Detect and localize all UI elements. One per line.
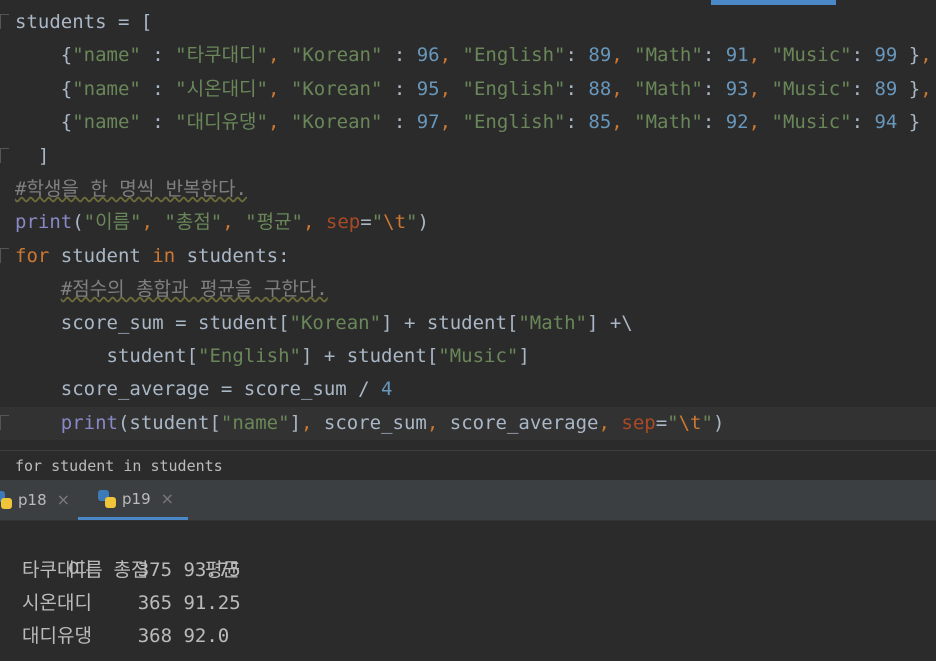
fold-icon[interactable]	[0, 147, 9, 163]
python-icon	[0, 491, 12, 509]
run-tabs: p18 × p19 ×	[0, 480, 936, 521]
row-avg: 93.75	[183, 559, 241, 581]
breadcrumb-item[interactable]: for student in students	[15, 457, 223, 475]
fold-icon[interactable]	[0, 14, 9, 29]
code-line-13[interactable]: print(student["name"], score_sum, score_…	[0, 406, 936, 441]
code-area[interactable]: students = [ {"name" : "타쿠대디", "Korean" …	[0, 6, 936, 441]
run-console[interactable]: 이름 총점 평균 타쿠대디 375 93.75 시온대디 365 91.25 대…	[0, 521, 936, 661]
code-line-6[interactable]: #학생을 한 명씩 반복한다.	[0, 173, 936, 206]
console-row: 대디유댕 368 92.0	[0, 620, 936, 653]
code-line-5[interactable]: ]	[0, 140, 936, 173]
close-icon[interactable]: ×	[161, 480, 174, 518]
line-7-text: print("이름", "총점", "평균", sep="\t")	[15, 211, 429, 234]
tab-p19[interactable]: p19 ×	[78, 480, 188, 520]
fold-icon[interactable]	[0, 247, 9, 263]
line-6-comment: #학생을 한 명씩 반복한다.	[15, 177, 247, 200]
row-sum: 368	[137, 625, 173, 647]
code-line-7[interactable]: print("이름", "총점", "평균", sep="\t")	[0, 206, 936, 239]
code-line-2[interactable]: {"name" : "타쿠대디", "Korean" : 96, "Englis…	[0, 39, 936, 72]
row-avg: 92.0	[183, 625, 230, 647]
line-2-text: {"name" : "타쿠대디", "Korean" : 96, "Englis…	[15, 44, 932, 67]
code-line-11[interactable]: student["English"] + student["Music"]	[0, 340, 936, 373]
code-line-4[interactable]: {"name" : "대디유댕", "Korean" : 97, "Englis…	[0, 106, 936, 139]
line-13-text: print(student["name"], score_sum, score_…	[60, 411, 725, 434]
line-3-text: {"name" : "시온대디", "Korean" : 95, "Englis…	[15, 77, 932, 100]
row-avg: 91.25	[183, 592, 241, 614]
code-editor[interactable]: students = [ {"name" : "타쿠대디", "Korean" …	[0, 0, 936, 450]
line-11-text: student["English"] + student["Music"]	[15, 344, 530, 367]
code-line-8[interactable]: for student in students:	[0, 240, 936, 273]
close-icon[interactable]: ×	[57, 481, 70, 519]
breadcrumb[interactable]: for student in students	[0, 450, 936, 480]
line-4-text: {"name" : "대디유댕", "Korean" : 97, "Englis…	[15, 111, 921, 134]
line-12-text: score_average = score_sum / 4	[15, 378, 393, 401]
line-10-text: score_sum = student["Korean"] + student[…	[15, 311, 633, 334]
row-name: 시온대디	[22, 592, 92, 614]
line-9-text: #점수의 총합과 평균을 구한다.	[60, 278, 328, 301]
line-1-text: students = [	[15, 11, 153, 33]
tab-p18-label: p18	[18, 491, 47, 509]
code-line-1[interactable]: students = [	[0, 6, 936, 39]
tab-p19-label: p19	[122, 489, 151, 508]
fold-icon[interactable]	[0, 414, 9, 430]
code-line-12[interactable]: score_average = score_sum / 4	[0, 373, 936, 406]
line-5-text: ]	[15, 144, 50, 167]
tab-p18[interactable]: p18 ×	[0, 480, 70, 520]
code-line-3[interactable]: {"name" : "시온대디", "Korean" : 95, "Englis…	[0, 73, 936, 106]
console-row: 타쿠대디 375 93.75	[0, 554, 936, 587]
code-line-10[interactable]: score_sum = student["Korean"] + student[…	[0, 307, 936, 340]
python-icon	[98, 489, 116, 508]
line-8-text: for student in students:	[15, 244, 290, 267]
scrollbar-thumb[interactable]	[711, 0, 836, 5]
row-sum: 375	[137, 559, 173, 581]
console-row: 시온대디 365 91.25	[0, 587, 936, 620]
row-name: 대디유댕	[22, 625, 92, 647]
console-header: 이름 총점 평균	[0, 521, 936, 581]
code-line-9[interactable]: #점수의 총합과 평균을 구한다.	[0, 273, 936, 306]
row-sum: 365	[137, 592, 173, 614]
row-name: 타쿠대디	[22, 559, 92, 581]
